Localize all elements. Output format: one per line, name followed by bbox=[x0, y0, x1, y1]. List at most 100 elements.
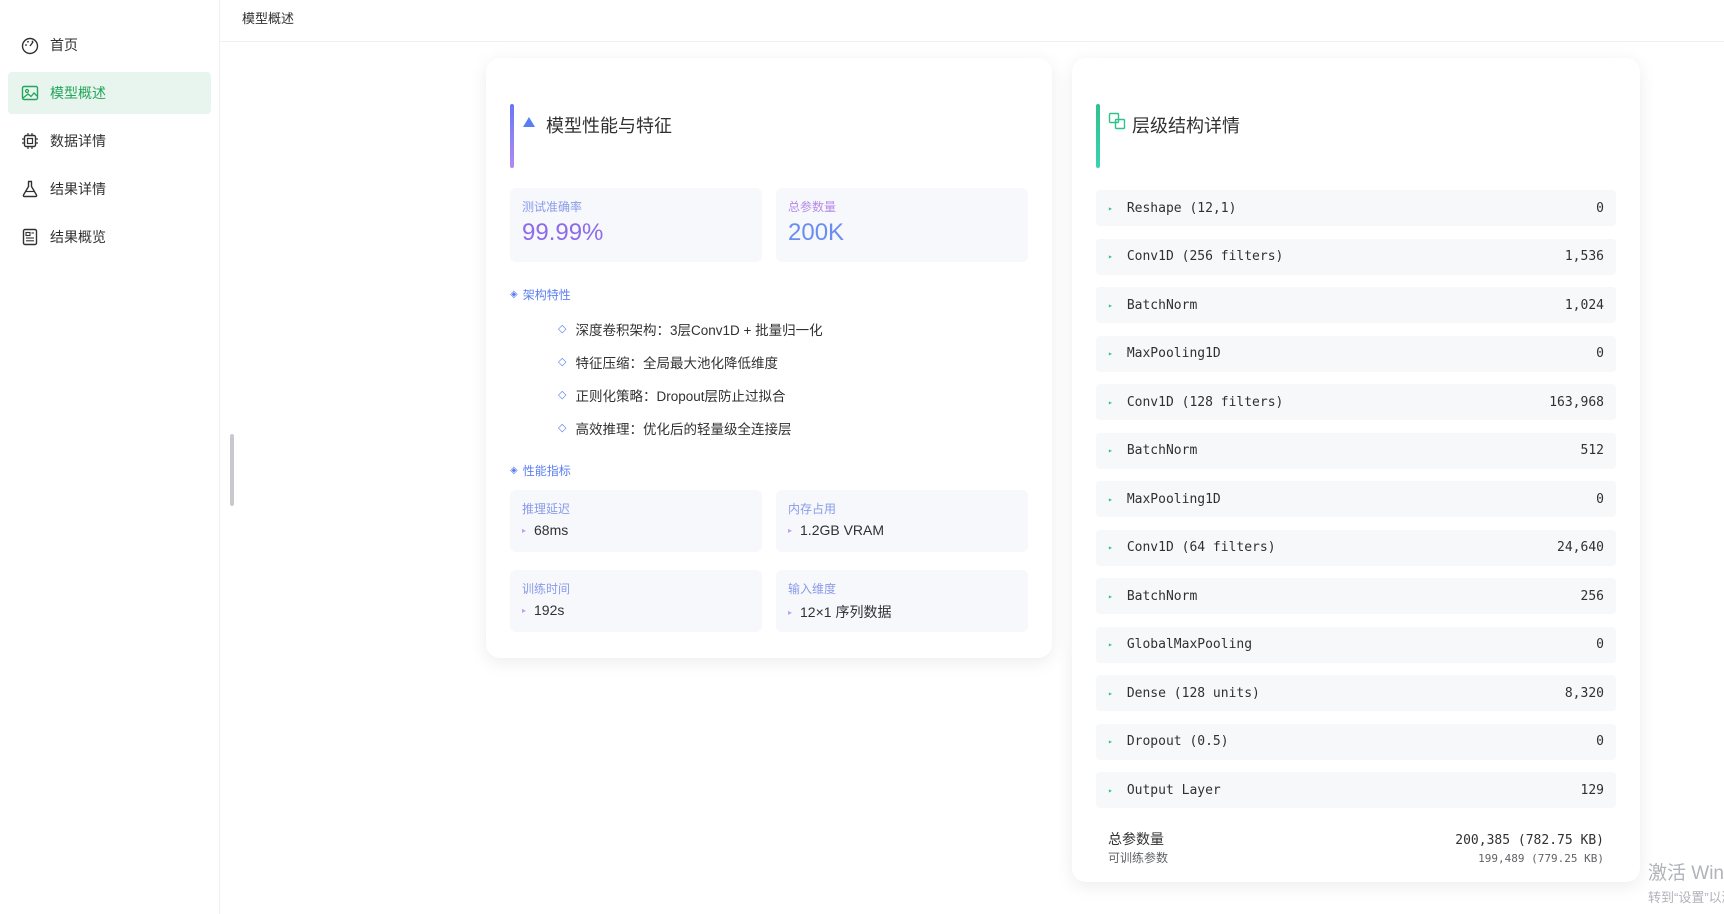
sidebar-item-model-overview[interactable]: 模型概述 bbox=[8, 72, 211, 114]
layer-params: 8,320 bbox=[1564, 685, 1604, 701]
metric-value: ▸ 68ms bbox=[522, 522, 750, 538]
total-params-value: 200,385 (782.75 KB) bbox=[1455, 833, 1604, 848]
layer-row[interactable]: ▸ Reshape (12,1) 0 bbox=[1096, 190, 1616, 226]
performance-card: 模型性能与特征 测试准确率 99.99% 总参数量 200K ◈ 架构特性 ◇ 深… bbox=[486, 58, 1052, 658]
breadcrumb[interactable]: 模型概述 bbox=[242, 8, 294, 27]
metric-value-text: 192s bbox=[534, 602, 565, 618]
layer-name: Reshape (12,1) bbox=[1126, 200, 1237, 216]
layer-params: 0 bbox=[1596, 346, 1604, 361]
caret-right-icon: ▸ bbox=[522, 605, 527, 615]
caret-right-icon: ▸ bbox=[1108, 300, 1113, 310]
layer-row[interactable]: ▸ Output Layer 129 bbox=[1096, 772, 1616, 808]
layer-name: BatchNorm bbox=[1126, 297, 1198, 313]
layer-row[interactable]: ▸ BatchNorm 1,024 bbox=[1096, 287, 1616, 323]
triangle-icon bbox=[522, 112, 540, 130]
layer-row[interactable]: ▸ Conv1D (256 filters) 1,536 bbox=[1096, 238, 1616, 275]
layer-params: 0 bbox=[1596, 734, 1604, 749]
layer-params: 1,024 bbox=[1564, 297, 1604, 313]
metric-value: ▸ 1.2GB VRAM bbox=[788, 522, 1016, 538]
sidebar-item-result-details[interactable]: 结果详情 bbox=[8, 168, 211, 210]
input-dim-metric: 输入维度 ▸ 12×1 序列数据 bbox=[776, 570, 1028, 632]
metric-label: 输入维度 bbox=[788, 582, 837, 596]
layer-row[interactable]: ▸ MaxPooling1D 0 bbox=[1096, 481, 1616, 517]
performance-title: 模型性能与特征 bbox=[546, 116, 672, 136]
layer-name: MaxPooling1D bbox=[1126, 491, 1221, 507]
watermark-line-2: 转到“设置”以激 bbox=[1648, 890, 1724, 905]
caret-right-icon: ▸ bbox=[788, 607, 793, 617]
layer-name: MaxPooling1D bbox=[1126, 346, 1221, 361]
feature-text: 特征压缩：全局最大池化降低维度 bbox=[575, 355, 778, 371]
caret-right-icon: ▸ bbox=[522, 525, 527, 535]
layer-row[interactable]: ▸ GlobalMaxPooling 0 bbox=[1096, 626, 1616, 663]
image-icon bbox=[20, 83, 40, 103]
diamond-icon: ◈ bbox=[510, 465, 518, 476]
flask-icon bbox=[20, 179, 40, 199]
layer-name: BatchNorm bbox=[1126, 588, 1198, 604]
metric-value-text: 68ms bbox=[534, 522, 569, 538]
metrics-section-title: ◈ 性能指标 bbox=[510, 462, 571, 479]
memory-metric: 内存占用 ▸ 1.2GB VRAM bbox=[776, 490, 1028, 552]
document-icon bbox=[20, 227, 40, 247]
sidebar-item-result-overview[interactable]: 结果概览 bbox=[8, 216, 211, 258]
layer-params: 24,640 bbox=[1557, 540, 1604, 555]
accuracy-stat: 测试准确率 99.99% bbox=[510, 188, 762, 262]
layer-list: ▸ Reshape (12,1) 0 ▸ Conv1D (256 filters) 1,… bbox=[1096, 190, 1616, 821]
caret-right-icon: ▸ bbox=[1108, 203, 1113, 213]
feature-list: ◇ 深度卷积架构：3层Conv1D + 批量归一化 ◇ 特征压缩：全局最大池化降低维… bbox=[558, 312, 823, 444]
layer-params: 163,968 bbox=[1549, 394, 1604, 410]
sidebar-scrollbar[interactable] bbox=[230, 434, 234, 506]
layer-params: 256 bbox=[1580, 588, 1604, 604]
caret-right-icon: ▸ bbox=[1108, 494, 1113, 504]
diamond-icon: ◈ bbox=[510, 289, 518, 300]
metric-label: 训练时间 bbox=[522, 582, 571, 596]
sidebar-item-home[interactable]: 首页 bbox=[8, 24, 211, 66]
layers-icon bbox=[1108, 112, 1126, 130]
diamond-outline-icon: ◇ bbox=[558, 422, 567, 434]
accuracy-value: 99.99% bbox=[522, 219, 604, 246]
diamond-outline-icon: ◇ bbox=[558, 323, 567, 335]
caret-right-icon: ▸ bbox=[1108, 737, 1113, 746]
layer-name: Dense (128 units) bbox=[1126, 685, 1260, 701]
caret-right-icon: ▸ bbox=[1108, 446, 1113, 455]
trainable-params-row: 可训练参数 199,489 (779.25 KB) bbox=[1108, 849, 1604, 866]
feature-text: 高效推理：优化后的轻量级全连接层 bbox=[575, 421, 792, 437]
layers-card: 层级结构详情 ▸ Reshape (12,1) 0 ▸ Conv1D (256 fil… bbox=[1072, 58, 1640, 882]
accuracy-label: 测试准确率 bbox=[522, 200, 583, 214]
diamond-outline-icon: ◇ bbox=[558, 356, 567, 368]
layer-params: 0 bbox=[1596, 491, 1604, 507]
layer-row[interactable]: ▸ BatchNorm 256 bbox=[1096, 578, 1616, 614]
sidebar-item-label: 模型概述 bbox=[50, 85, 106, 101]
chip-icon bbox=[20, 131, 40, 151]
list-item: ◇ 特征压缩：全局最大池化降低维度 bbox=[558, 345, 823, 378]
layer-name: Dropout (0.5) bbox=[1126, 734, 1229, 749]
layer-row[interactable]: ▸ Dropout (0.5) 0 bbox=[1096, 723, 1616, 760]
activation-watermark: 激活 Wind 转到“设置”以激 bbox=[1648, 858, 1724, 906]
sidebar-item-label: 首页 bbox=[50, 37, 78, 53]
sidebar-item-label: 结果概览 bbox=[50, 229, 106, 245]
dashboard-icon bbox=[20, 35, 40, 55]
layer-row[interactable]: ▸ MaxPooling1D 0 bbox=[1096, 335, 1616, 372]
layer-name: Conv1D (64 filters) bbox=[1126, 540, 1276, 555]
metric-value: ▸ 192s bbox=[522, 602, 750, 618]
layer-row[interactable]: ▸ BatchNorm 512 bbox=[1096, 432, 1616, 469]
layer-row[interactable]: ▸ Conv1D (64 filters) 24,640 bbox=[1096, 529, 1616, 566]
layer-name: Output Layer bbox=[1126, 782, 1221, 798]
sidebar-item-data-details[interactable]: 数据详情 bbox=[8, 120, 211, 162]
architecture-section-label: 架构特性 bbox=[522, 288, 571, 302]
layer-name: BatchNorm bbox=[1126, 443, 1198, 458]
layer-params: 0 bbox=[1596, 637, 1604, 652]
caret-right-icon: ▸ bbox=[1108, 591, 1113, 601]
metric-label: 推理延迟 bbox=[522, 502, 571, 516]
trainable-params-label: 可训练参数 bbox=[1108, 851, 1169, 865]
metric-value-text: 1.2GB VRAM bbox=[800, 522, 885, 538]
params-value: 200K bbox=[788, 219, 845, 246]
architecture-section-title: ◈ 架构特性 bbox=[510, 286, 571, 303]
watermark-line-1: 激活 Wind bbox=[1648, 863, 1724, 884]
layer-row[interactable]: ▸ Conv1D (128 filters) 163,968 bbox=[1096, 384, 1616, 420]
caret-right-icon: ▸ bbox=[1108, 349, 1113, 358]
layer-name: Conv1D (128 filters) bbox=[1126, 394, 1284, 410]
caret-right-icon: ▸ bbox=[1108, 640, 1113, 649]
layer-row[interactable]: ▸ Dense (128 units) 8,320 bbox=[1096, 675, 1616, 711]
layer-params: 0 bbox=[1596, 200, 1604, 216]
sidebar-menu: 首页 模型概述 数据详情 结果详情 结果概览 bbox=[0, 0, 219, 258]
